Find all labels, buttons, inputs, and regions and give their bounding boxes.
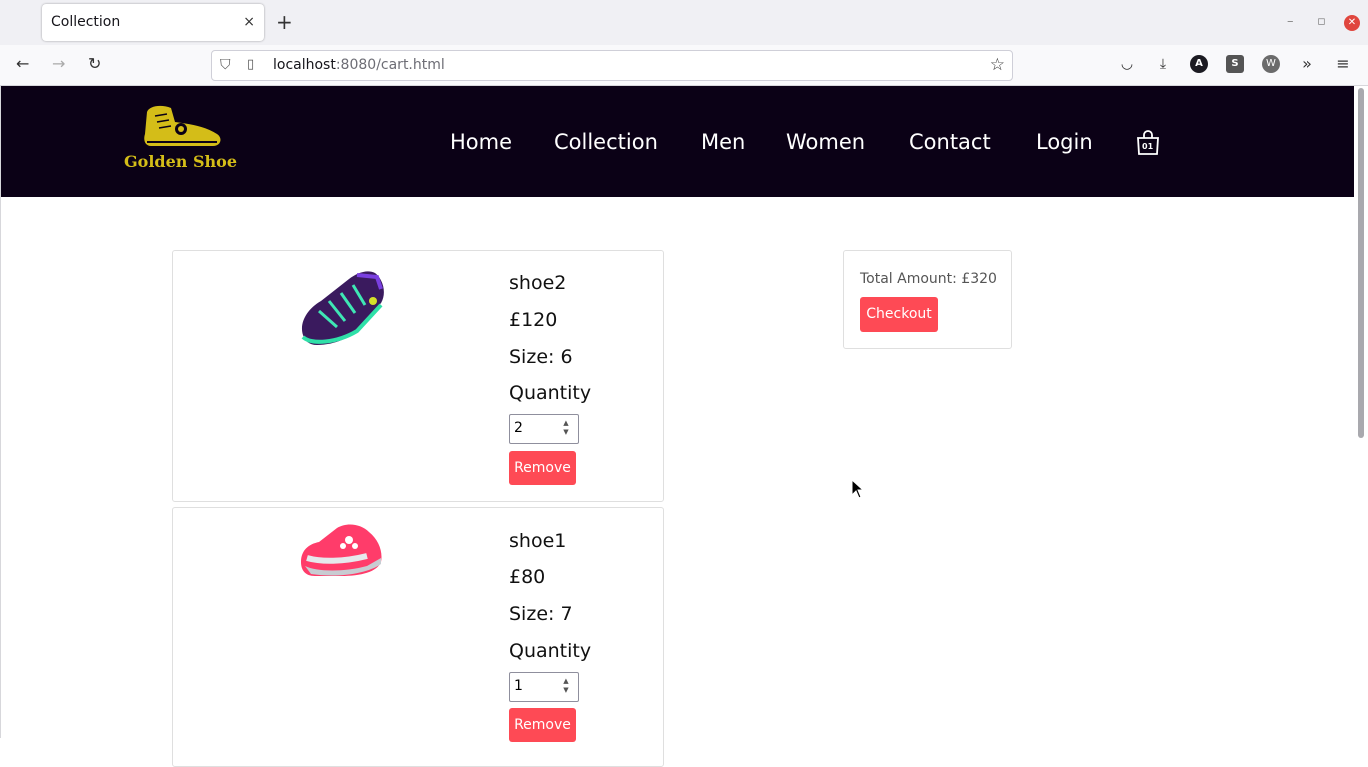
quantity-stepper[interactable]: 1 ▲ ▼	[509, 672, 579, 702]
quantity-label: Quantity	[509, 382, 592, 404]
extension-w-icon[interactable]: W	[1262, 55, 1280, 73]
extension-s-icon[interactable]: S	[1226, 55, 1244, 73]
product-name: shoe1	[509, 530, 567, 552]
overflow-icon[interactable]: »	[1298, 55, 1316, 73]
pocket-icon[interactable]: ◡	[1118, 55, 1136, 73]
logo-text: Golden Shoe	[124, 152, 238, 171]
quantity-value: 1	[514, 678, 523, 694]
account-icon[interactable]: A	[1190, 55, 1208, 73]
window-close-icon[interactable]: ✕	[1344, 15, 1360, 31]
total-amount: Total Amount: £320	[860, 271, 997, 287]
star-icon[interactable]: ☆	[990, 55, 1005, 75]
logo[interactable]: Golden Shoe	[121, 104, 241, 174]
browser-tab[interactable]: Collection ×	[42, 4, 264, 41]
shoe1-image	[301, 524, 382, 576]
checkout-button[interactable]: Checkout	[860, 297, 938, 332]
remove-button[interactable]: Remove	[509, 708, 576, 742]
nav-home[interactable]: Home	[450, 129, 512, 155]
quantity-label: Quantity	[509, 640, 592, 662]
tab-close-icon[interactable]: ×	[243, 13, 255, 31]
browser-tab-bar: Collection × + – ▫ ✕	[0, 0, 1368, 45]
nav-collection[interactable]: Collection	[554, 129, 658, 155]
menu-icon[interactable]: ≡	[1334, 55, 1352, 73]
cart-icon[interactable]: 01	[1136, 130, 1160, 156]
spin-arrows-icon[interactable]: ▲ ▼	[560, 677, 572, 697]
reload-icon[interactable]: ↻	[88, 54, 101, 74]
nav-login[interactable]: Login	[1036, 129, 1093, 155]
url-text[interactable]: localhost:8080/cart.html	[273, 57, 445, 73]
restore-icon[interactable]: ▫	[1317, 14, 1326, 29]
scrollbar-thumb[interactable]	[1358, 88, 1364, 438]
cart-count: 01	[1142, 142, 1154, 151]
tab-title: Collection	[51, 14, 121, 30]
spin-arrows-icon[interactable]: ▲ ▼	[560, 419, 572, 439]
cart-item: shoe2 £120 Size: 6 Quantity 2 ▲ ▼ Remove	[172, 250, 664, 502]
product-price: £120	[509, 309, 558, 331]
product-name: shoe2	[509, 272, 567, 294]
nav-men[interactable]: Men	[701, 129, 745, 155]
nav-contact[interactable]: Contact	[909, 129, 991, 155]
download-icon[interactable]: ⤓	[1154, 55, 1172, 73]
remove-button[interactable]: Remove	[509, 451, 576, 485]
url-bar[interactable]: ⛉ ▯ localhost:8080/cart.html ☆	[211, 50, 1013, 81]
forward-icon[interactable]: →	[52, 54, 65, 74]
product-size: Size: 6	[509, 346, 573, 368]
shoe2-image	[301, 271, 384, 345]
quantity-value: 2	[514, 420, 523, 436]
quantity-stepper[interactable]: 2 ▲ ▼	[509, 414, 579, 444]
shield-icon[interactable]: ⛉	[220, 57, 231, 73]
page-viewport: Golden Shoe Home Collection Men Women Co…	[0, 86, 1368, 767]
sneaker-logo-icon	[144, 105, 221, 146]
product-price: £80	[509, 566, 546, 588]
mouse-cursor-icon	[851, 479, 865, 499]
cart-item: shoe1 £80 Size: 7 Quantity 1 ▲ ▼ Remove	[172, 507, 664, 767]
page-scrollbar[interactable]	[1354, 86, 1368, 738]
nav-women[interactable]: Women	[786, 129, 865, 155]
minimize-icon[interactable]: –	[1287, 14, 1294, 29]
new-tab-button[interactable]: +	[276, 11, 293, 33]
back-icon[interactable]: ←	[16, 54, 29, 74]
page-icon[interactable]: ▯	[247, 57, 254, 72]
site-header: Golden Shoe Home Collection Men Women Co…	[1, 86, 1355, 197]
browser-nav-bar: ← → ↻ ⛉ ▯ localhost:8080/cart.html ☆ ◡ ⤓…	[0, 45, 1368, 86]
product-size: Size: 7	[509, 603, 573, 625]
order-summary: Total Amount: £320 Checkout	[843, 250, 1012, 349]
